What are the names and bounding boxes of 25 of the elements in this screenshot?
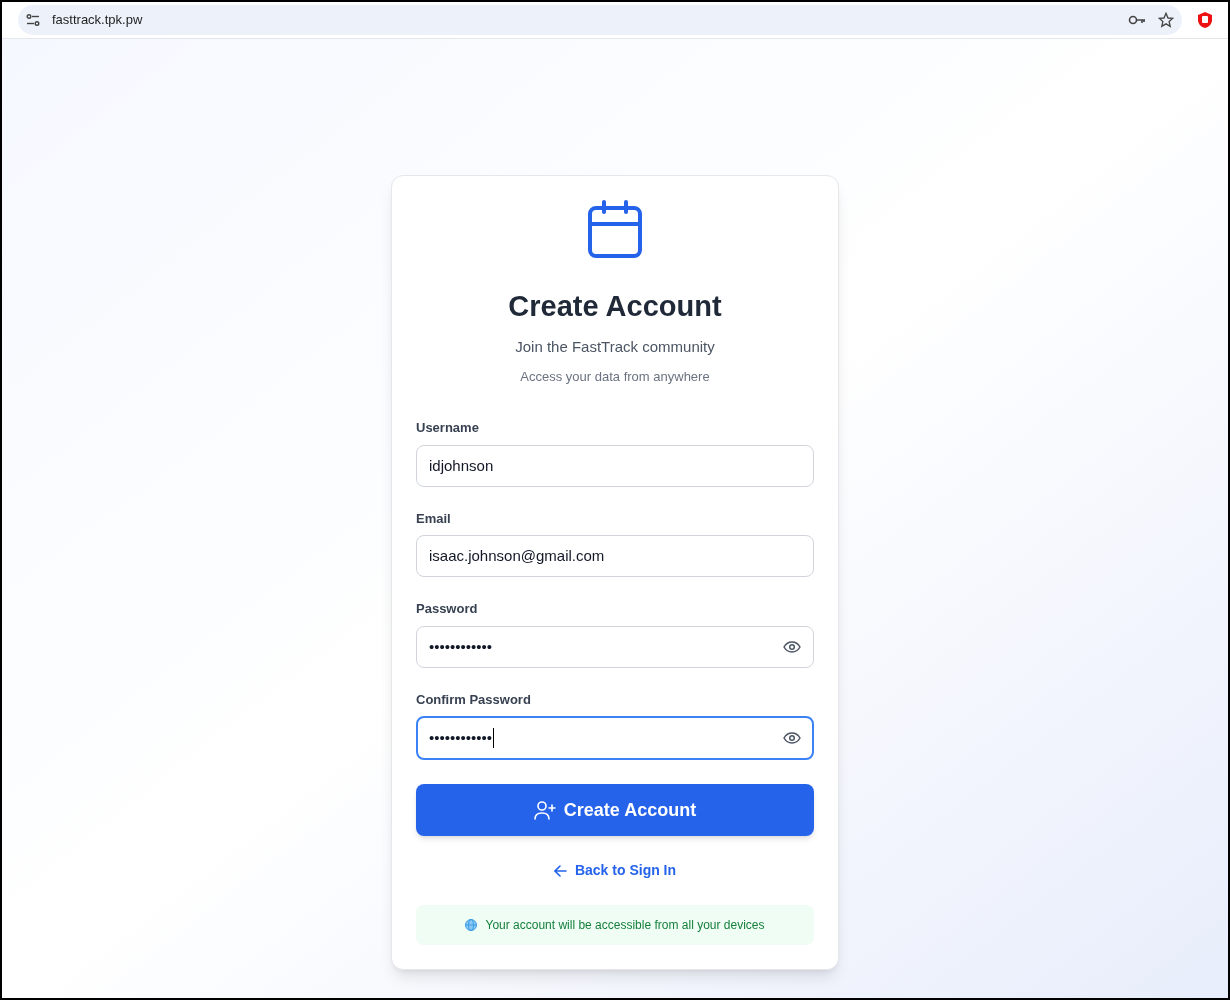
field-label: Password [416,600,479,619]
shield-icon[interactable] [1198,12,1212,28]
password-field[interactable]: •••••••••••• [416,716,814,761]
calendar-icon [587,200,643,260]
tagline: Access your data from anywhere [520,367,710,386]
create-account-button[interactable]: Create Account [416,784,814,837]
star-icon[interactable] [1158,12,1174,28]
globe-icon [465,919,478,932]
field-label: Confirm Password [416,690,532,709]
address-bar[interactable]: fasttrack.tpk.pw [18,5,1182,35]
input-field[interactable]: isaac.johnson@gmail.com [416,535,814,578]
user-plus-icon [533,800,556,821]
info-text: Your account will be accessible from all your devices [485,917,765,935]
site-settings-icon[interactable] [26,13,40,27]
field-label: Email [416,509,452,528]
password-field[interactable]: •••••••••••• [416,625,814,668]
field-label: Username [416,419,480,438]
eye-icon[interactable] [783,732,801,745]
input-field[interactable]: idjohnson [416,444,814,487]
subtitle: Join the FastTrack community [515,337,715,358]
page-title: Create Account [508,289,722,324]
key-icon[interactable] [1128,14,1146,26]
eye-icon[interactable] [783,640,801,653]
back-to-sign-in-link[interactable]: Back to Sign In [553,860,677,882]
arrow-left-icon [553,864,567,877]
